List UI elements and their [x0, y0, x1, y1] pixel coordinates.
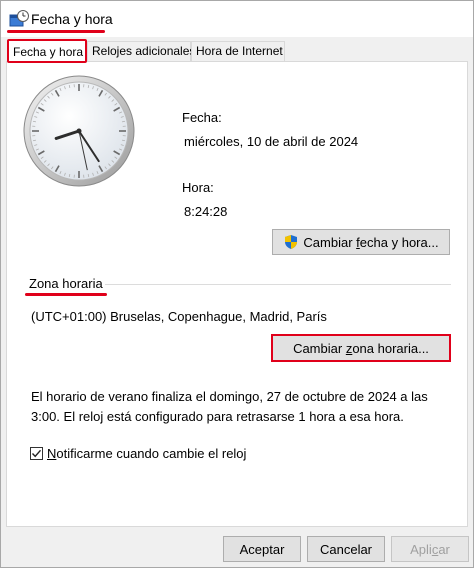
ok-button[interactable]: Aceptar — [223, 536, 301, 562]
checkmark-icon — [31, 449, 42, 458]
timezone-group-label: Zona horaria — [29, 276, 103, 291]
tab-date-time[interactable]: Fecha y hora — [7, 39, 87, 63]
timezone-value: (UTC+01:00) Bruselas, Copenhague, Madrid… — [31, 309, 327, 324]
title-highlight-underline — [7, 30, 105, 33]
change-date-time-label: Cambiar fecha y hora... — [303, 234, 439, 250]
clock-center-pin — [76, 128, 82, 134]
cancel-button[interactable]: Cancelar — [307, 536, 385, 562]
notify-checkbox[interactable] — [30, 447, 43, 460]
dst-info-text: El horario de verano finaliza el domingo… — [31, 389, 428, 424]
date-label: Fecha: — [182, 110, 222, 125]
time-label: Hora: — [182, 180, 214, 195]
apply-button[interactable]: Apli c ar — [391, 536, 469, 562]
change-date-time-button[interactable]: Cambiar fecha y hora... — [272, 229, 450, 255]
time-value: 8:24:28 — [184, 204, 228, 219]
window-title: Fecha y hora — [31, 11, 113, 27]
notify-label[interactable]: Notificarme cuando cambie el reloj — [47, 446, 246, 462]
date-value: miércoles, 10 de abril de 2024 — [184, 134, 359, 149]
tab-additional-clocks[interactable]: Relojes adicionales — [87, 41, 195, 61]
change-timezone-button[interactable]: Cambiar zona horaria... — [271, 334, 451, 362]
tab-internet-time[interactable]: Hora de Internet — [191, 41, 285, 61]
analog-clock — [23, 75, 135, 187]
uac-shield-icon — [285, 235, 298, 249]
change-timezone-label: Cambiar zona horaria... — [293, 340, 429, 356]
date-time-app-icon — [9, 10, 29, 27]
timezone-highlight-underline — [25, 293, 107, 296]
group-divider — [105, 284, 451, 285]
date-time-dialog: Fecha y hora Fecha y hora Relojes adicio… — [0, 0, 474, 568]
title-bar: Fecha y hora — [1, 1, 473, 37]
